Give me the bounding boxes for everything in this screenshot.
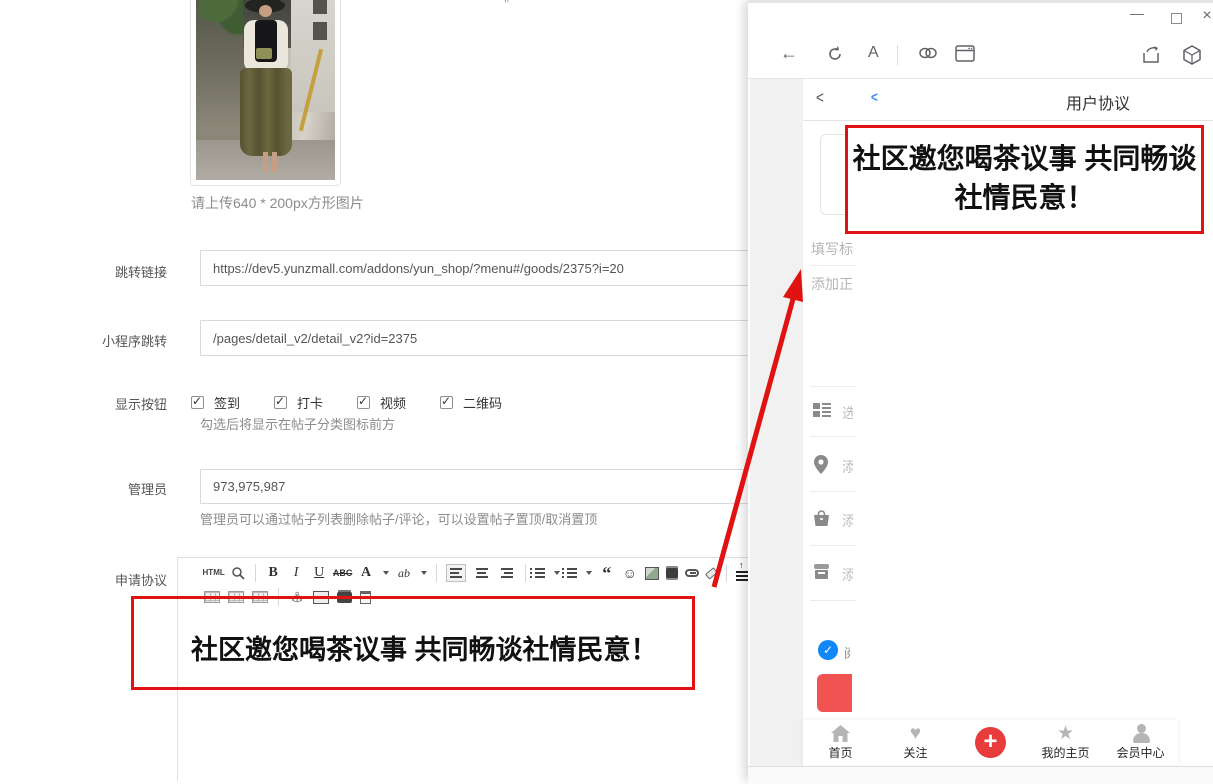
jump-link-input[interactable]: https://dev5.yunzmall.com/addons/yun_sho… bbox=[200, 250, 748, 286]
copy-link-icon[interactable] bbox=[918, 45, 938, 61]
agreement-label: 申请协议 bbox=[57, 570, 167, 589]
align-left-icon[interactable] bbox=[446, 564, 466, 582]
post-body-placeholder[interactable]: 添加正 bbox=[811, 274, 857, 294]
window-bottom-strip bbox=[748, 766, 1213, 784]
refresh-icon[interactable] bbox=[826, 45, 844, 63]
goods-icon[interactable] bbox=[813, 510, 830, 526]
font-size-icon[interactable]: A bbox=[868, 44, 879, 62]
annotation-text-line2: 社情民意！ bbox=[848, 178, 1201, 217]
admin-input[interactable]: 973,975,987 bbox=[200, 469, 748, 504]
admin-hint: 管理员可以通过帖子列表删除帖子/评论，可以设置帖子置顶/取消置顶 bbox=[200, 509, 597, 528]
checkbox-punch-card[interactable] bbox=[274, 396, 287, 409]
font-color-caret[interactable] bbox=[383, 571, 389, 575]
annotation-box-left bbox=[131, 596, 695, 690]
tab-home[interactable]: 首页 bbox=[803, 724, 878, 761]
post-title-placeholder[interactable]: 填写标 bbox=[811, 239, 858, 259]
checkbox-punch-card-label: 打卡 bbox=[297, 393, 323, 412]
tab-follow[interactable]: ♥ 关注 bbox=[878, 724, 953, 761]
tab-member-center[interactable]: 会员中心 bbox=[1103, 724, 1178, 761]
store-row-text[interactable]: 添 bbox=[842, 565, 853, 585]
mini-program-label: 小程序跳转 bbox=[57, 331, 167, 350]
phone-nav-bar: < < 用户协议 bbox=[803, 79, 1213, 121]
annotation-text-line1: 社区邀您喝茶议事 共同畅谈 bbox=[848, 139, 1201, 178]
window-close-button[interactable]: × bbox=[1192, 7, 1213, 25]
checkbox-video[interactable] bbox=[357, 396, 370, 409]
remove-format-icon[interactable] bbox=[705, 567, 718, 579]
phone-page-title: 用户协议 bbox=[1013, 90, 1183, 114]
checkbox-video-label: 视频 bbox=[380, 393, 406, 412]
checkbox-qrcode-label: 二维码 bbox=[463, 393, 502, 412]
editor-toolbar-row1: HTML B I U ABC A ab “ ☺ bbox=[178, 558, 748, 586]
show-buttons-hint: 勾选后将显示在帖子分类图标前方 bbox=[200, 414, 395, 433]
open-in-browser-icon[interactable] bbox=[955, 45, 975, 62]
share-icon[interactable] bbox=[1141, 45, 1161, 64]
jump-link-label: 跳转链接 bbox=[57, 262, 167, 281]
phone-tab-bar: 首页 ♥ 关注 + ★ 我的主页 会员中心 bbox=[803, 720, 1178, 765]
star-icon: ★ bbox=[1057, 724, 1074, 743]
ordered-list-icon[interactable] bbox=[535, 568, 545, 578]
agreement-checkbox[interactable]: ✓ bbox=[818, 640, 838, 660]
show-buttons-group: 签到 打卡 视频 二维码 bbox=[191, 393, 502, 412]
package-icon[interactable] bbox=[1182, 45, 1202, 65]
align-right-icon[interactable] bbox=[498, 565, 516, 581]
back-icon[interactable]: ← bbox=[780, 43, 798, 64]
ordered-list-caret[interactable] bbox=[554, 571, 560, 575]
tab-create-post[interactable]: + bbox=[953, 727, 1028, 758]
mobile-preview-window: — × ← A < < 用户协议 填写标 添加正 选 bbox=[748, 0, 1213, 781]
heart-icon: ♥ bbox=[910, 724, 921, 743]
upload-photo-card[interactable] bbox=[190, 0, 341, 186]
checkbox-qrcode[interactable] bbox=[440, 396, 453, 409]
insert-link-icon[interactable] bbox=[685, 569, 699, 577]
blockquote-icon[interactable]: “ bbox=[599, 564, 615, 582]
highlight-color-caret[interactable] bbox=[421, 571, 427, 575]
italic-icon[interactable]: I bbox=[288, 564, 304, 582]
tab-my-page[interactable]: ★ 我的主页 bbox=[1028, 724, 1103, 761]
bullet-list-caret[interactable] bbox=[586, 571, 592, 575]
phone-back-chevron-blue[interactable]: < bbox=[871, 89, 878, 106]
checkbox-sign-in-label: 签到 bbox=[214, 393, 240, 412]
insert-image-icon[interactable] bbox=[645, 567, 659, 580]
bullet-list-icon[interactable] bbox=[567, 568, 577, 578]
location-row-text[interactable]: 添 bbox=[842, 457, 853, 477]
strikethrough-icon[interactable]: ABC bbox=[334, 564, 351, 582]
highlight-color-icon[interactable]: ab bbox=[396, 564, 412, 582]
align-center-icon[interactable] bbox=[473, 565, 491, 581]
preview-icon[interactable] bbox=[230, 564, 246, 582]
window-minimize-button[interactable]: — bbox=[1122, 5, 1152, 21]
publish-button[interactable] bbox=[817, 674, 852, 712]
underline-icon[interactable]: U bbox=[311, 564, 327, 582]
location-icon[interactable] bbox=[813, 455, 829, 474]
show-buttons-label: 显示按钮 bbox=[57, 394, 167, 413]
plus-icon[interactable]: + bbox=[975, 727, 1006, 758]
home-icon bbox=[830, 724, 851, 743]
person-icon bbox=[1131, 724, 1151, 743]
category-icon[interactable] bbox=[813, 402, 831, 418]
bold-icon[interactable]: B bbox=[265, 564, 281, 582]
uploaded-banner-image bbox=[196, 0, 335, 180]
goods-row-text[interactable]: 添 bbox=[842, 511, 853, 531]
annotation-box-right: 社区邀您喝茶议事 共同畅谈 社情民意！ bbox=[845, 125, 1204, 234]
insert-video-icon[interactable] bbox=[666, 566, 678, 580]
phone-back-chevron[interactable]: < bbox=[816, 88, 824, 108]
store-icon[interactable] bbox=[813, 564, 830, 579]
category-row-text[interactable]: 选 bbox=[842, 403, 853, 423]
indent-icon[interactable] bbox=[736, 565, 748, 581]
checkbox-sign-in[interactable] bbox=[191, 396, 204, 409]
html-source-icon[interactable]: HTML bbox=[204, 564, 223, 582]
window-maximize-button[interactable] bbox=[1171, 13, 1182, 24]
admin-settings-page: 请上传640 * 200px方形图片 ” 跳转链接 https://dev5.y… bbox=[0, 0, 748, 781]
admin-label: 管理员 bbox=[57, 479, 167, 498]
emoji-icon[interactable]: ☺ bbox=[622, 564, 638, 582]
upload-size-hint: 请上传640 * 200px方形图片 bbox=[191, 193, 364, 213]
preview-toolbar: ← A bbox=[748, 33, 1213, 79]
page-left-gutter bbox=[750, 79, 803, 766]
font-color-icon[interactable]: A bbox=[358, 564, 374, 582]
agreement-text-clipped: 阅 bbox=[844, 643, 850, 662]
mini-program-input[interactable]: /pages/detail_v2/detail_v2?id=2375 bbox=[200, 320, 748, 356]
stray-quote-mark: ” bbox=[504, 0, 509, 13]
